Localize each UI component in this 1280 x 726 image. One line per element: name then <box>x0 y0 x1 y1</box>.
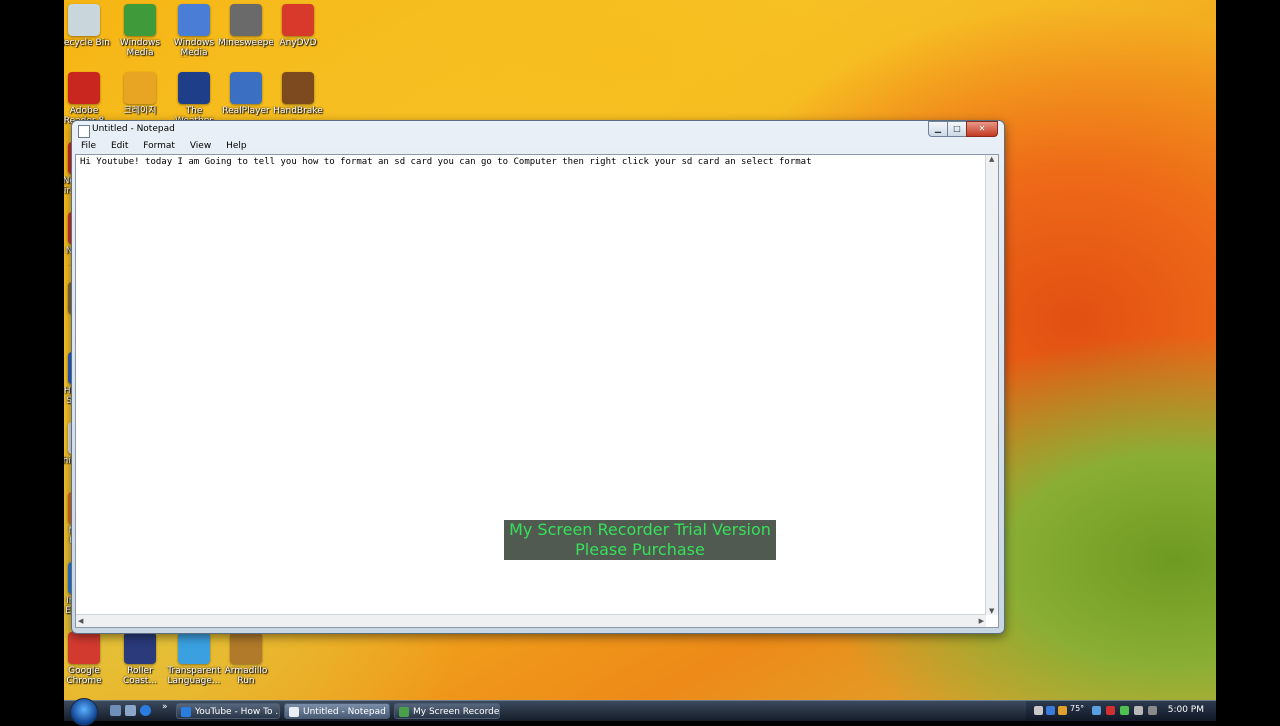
tray-icon[interactable] <box>1106 706 1115 715</box>
menu-bar: File Edit Format View Help <box>75 141 999 153</box>
notepad-icon <box>78 125 90 138</box>
ie-quicklaunch-icon[interactable] <box>140 705 151 716</box>
scroll-down-icon[interactable]: ▼ <box>989 607 994 615</box>
app-icon <box>230 632 262 664</box>
desktop-icon[interactable]: 크레이지 <box>112 72 168 116</box>
app-icon <box>68 4 100 36</box>
document-text: Hi Youtube! today I am Going to tell you… <box>80 157 812 167</box>
scroll-left-icon[interactable]: ◀ <box>78 617 83 625</box>
menu-file[interactable]: File <box>81 141 96 151</box>
tray-icon[interactable] <box>1058 706 1067 715</box>
window-title: Untitled - Notepad <box>92 124 175 134</box>
minimize-button[interactable]: ▁ <box>928 121 948 137</box>
close-button[interactable]: ✕ <box>966 121 998 137</box>
desktop-icon-label: Google Chrome <box>66 666 102 686</box>
tray-icon[interactable] <box>1092 706 1101 715</box>
menu-format[interactable]: Format <box>143 141 175 151</box>
menu-help[interactable]: Help <box>226 141 247 151</box>
app-icon <box>230 4 262 36</box>
desktop-icon[interactable]: Transparent Language... <box>166 632 222 686</box>
desktop-icon[interactable]: Adobe Reader 8 <box>64 72 112 126</box>
desktop-icon[interactable]: The Weather <box>166 72 222 126</box>
tray-weather[interactable]: 75° <box>1070 704 1084 713</box>
watermark-line-2: Please Purchase <box>575 540 705 559</box>
app-icon <box>124 632 156 664</box>
desktop-icon[interactable]: HandBrake -... <box>270 72 326 126</box>
app-icon <box>282 4 314 36</box>
clock[interactable]: 5:00 PM <box>1168 705 1204 715</box>
desktop-icon-label: Minesweeper <box>218 38 274 48</box>
tray-network-icon[interactable] <box>1034 706 1043 715</box>
desktop-icon-label: Transparent Language... <box>167 666 221 686</box>
system-tray: 75° 5:00 PM <box>1026 701 1216 721</box>
show-desktop-icon[interactable] <box>110 705 121 716</box>
desktop-icon-label: Recycle Bin <box>64 38 110 48</box>
task-screen-recorder[interactable]: My Screen Recorder... <box>394 703 500 719</box>
task-notepad[interactable]: Untitled - Notepad <box>284 703 390 719</box>
menu-view[interactable]: View <box>190 141 211 151</box>
app-icon <box>230 72 262 104</box>
trial-watermark: My Screen Recorder Trial Version Please … <box>504 520 776 560</box>
app-icon <box>124 4 156 36</box>
desktop-icon-label: Windows Media Center <box>119 38 161 58</box>
start-button[interactable] <box>70 698 98 726</box>
horizontal-scrollbar[interactable]: ◀ ▶ <box>76 614 986 627</box>
desktop-icon[interactable]: Windows Media Center <box>112 4 168 58</box>
desktop-icon[interactable]: Google Chrome <box>64 632 112 686</box>
vertical-scrollbar[interactable]: ▲ ▼ <box>985 155 998 615</box>
desktop-icon[interactable]: RealPlayer <box>218 72 274 116</box>
app-icon <box>178 72 210 104</box>
menu-edit[interactable]: Edit <box>111 141 128 151</box>
desktop-icon[interactable]: Armadillo Run <box>218 632 274 686</box>
desktop-icon-label: Roller Coast... <box>122 666 158 686</box>
app-icon <box>68 72 100 104</box>
quicklaunch-overflow-icon[interactable]: » <box>162 702 168 712</box>
tray-icon[interactable] <box>1120 706 1129 715</box>
desktop-icon-label: AnyDVD <box>279 38 317 48</box>
desktop-icon[interactable]: Windows Media Player <box>166 4 222 58</box>
tray-icon[interactable] <box>1148 706 1157 715</box>
app-icon <box>178 4 210 36</box>
tray-volume-icon[interactable] <box>1134 706 1143 715</box>
recorder-icon <box>399 707 409 717</box>
notepad-icon <box>289 707 299 717</box>
scroll-up-icon[interactable]: ▲ <box>989 155 994 163</box>
app-icon <box>282 72 314 104</box>
app-icon <box>124 72 156 104</box>
scroll-right-icon[interactable]: ▶ <box>979 617 984 625</box>
desktop-icon[interactable]: AnyDVD <box>270 4 326 48</box>
taskbar: » YouTube - How To ... Untitled - Notepa… <box>64 698 1216 726</box>
desktop-icon[interactable]: Minesweeper <box>218 4 274 48</box>
desktop-icon-label: RealPlayer <box>222 106 270 116</box>
desktop-icon[interactable]: Recycle Bin <box>64 4 112 48</box>
desktop-icon[interactable]: Roller Coast... <box>112 632 168 686</box>
app-icon <box>178 632 210 664</box>
maximize-button[interactable]: □ <box>947 121 967 137</box>
task-youtube[interactable]: YouTube - How To ... <box>176 703 280 719</box>
desktop-icon-label: Windows Media Player <box>173 38 215 58</box>
desktop-icon-label: 크레이지 <box>123 106 157 116</box>
app-icon <box>68 632 100 664</box>
desktop-icon-label: Armadillo Run <box>224 666 268 686</box>
tray-icon[interactable] <box>1046 706 1055 715</box>
ie-icon <box>181 707 191 717</box>
switch-windows-icon[interactable] <box>125 705 136 716</box>
watermark-line-1: My Screen Recorder Trial Version <box>509 520 771 539</box>
